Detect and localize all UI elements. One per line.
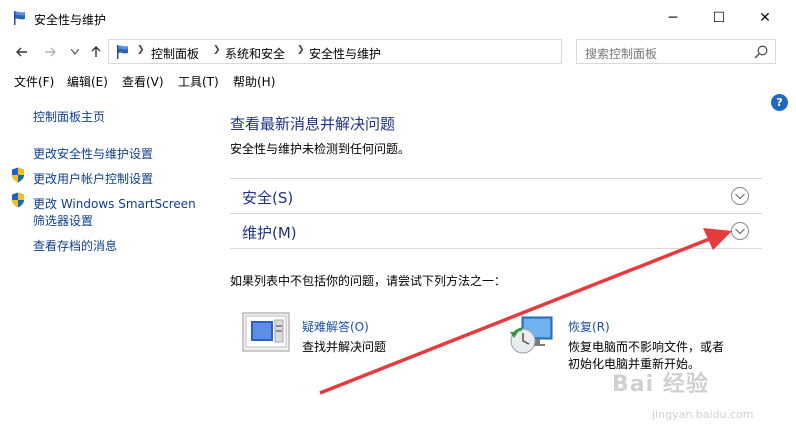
shield-icon xyxy=(12,192,24,208)
address-bar[interactable]: ❯ 控制面板 ❯ 系统和安全 ❯ 安全性与维护 xyxy=(108,39,665,64)
back-button[interactable] xyxy=(12,42,32,62)
chevron-right-icon: ❯ xyxy=(137,45,145,55)
menu-view[interactable]: 查看(V) xyxy=(122,73,164,90)
hint-text: 如果列表中不包括你的问题，请尝试下列方法之一： xyxy=(230,274,507,288)
back-arrow-icon xyxy=(16,47,27,57)
sidebar-item-smartscreen-line2[interactable]: 筛选器设置 xyxy=(33,212,93,229)
sidebar-item-security-settings[interactable]: 更改安全性与维护设置 xyxy=(33,145,153,162)
chevron-right-icon: ❯ xyxy=(213,45,221,55)
menu-bar: 文件(F) 编辑(E) 查看(V) 工具(T) 帮助(H) xyxy=(0,70,796,92)
minimize-icon: ─ xyxy=(668,10,678,26)
search-placeholder: 搜索控制面板 xyxy=(585,47,658,61)
navigation-bar: ❯ 控制面板 ❯ 系统和安全 ❯ 安全性与维护 搜索控制面板 xyxy=(0,36,796,68)
help-icon[interactable]: ? xyxy=(771,94,788,111)
menu-edit[interactable]: 编辑(E) xyxy=(67,73,108,90)
breadcrumb-control-panel[interactable]: 控制面板 xyxy=(151,45,199,62)
section-security[interactable]: 安全(S) xyxy=(230,178,762,214)
menu-help[interactable]: 帮助(H) xyxy=(233,73,275,90)
troubleshooting-desc: 查找并解决问题 xyxy=(302,340,387,354)
chevron-down-icon xyxy=(71,49,79,55)
up-arrow-icon xyxy=(91,46,101,57)
watermark-logo: Bai 经验 xyxy=(612,372,709,397)
menu-file[interactable]: 文件(F) xyxy=(14,73,54,90)
sidebar-item-smartscreen[interactable]: 更改 Windows SmartScreen xyxy=(33,195,196,212)
chevron-down-icon[interactable] xyxy=(730,221,750,241)
sidebar-item-uac[interactable]: 更改用户帐户控制设置 xyxy=(33,170,153,187)
breadcrumb-security-maintenance[interactable]: 安全性与维护 xyxy=(309,45,381,62)
close-button[interactable]: ✕ xyxy=(742,0,788,36)
sidebar-item-archived-messages[interactable]: 查看存档的消息 xyxy=(33,237,117,254)
sidebar-item-home[interactable]: 控制面板主页 xyxy=(33,108,105,125)
shield-icon xyxy=(12,167,24,183)
search-icon[interactable] xyxy=(753,44,769,60)
recovery-link[interactable]: 恢复(R) xyxy=(568,318,610,335)
section-maintenance[interactable]: 维护(M) xyxy=(230,213,762,249)
window-title: 安全性与维护 xyxy=(34,13,107,27)
breadcrumb-system-security[interactable]: 系统和安全 xyxy=(225,45,285,62)
title-bar: 安全性与维护 ─ ☐ ✕ xyxy=(0,0,796,36)
chevron-right-icon: ❯ xyxy=(297,45,305,55)
watermark-url: jingyan.baidu.com xyxy=(652,408,754,421)
troubleshooting-link[interactable]: 疑难解答(O) xyxy=(302,318,369,335)
flag-icon xyxy=(14,11,25,25)
recent-locations-button[interactable] xyxy=(68,42,82,62)
minimize-button[interactable]: ─ xyxy=(650,0,696,36)
recovery-icon xyxy=(510,316,553,354)
menu-tools[interactable]: 工具(T) xyxy=(178,73,219,90)
forward-button[interactable] xyxy=(40,42,60,62)
section-maintenance-label: 维护(M) xyxy=(242,224,297,242)
page-title: 查看最新消息并解决问题 xyxy=(230,115,396,133)
chevron-down-icon[interactable] xyxy=(730,186,750,206)
close-icon: ✕ xyxy=(759,10,771,26)
recovery-desc-line1: 恢复电脑而不影响文件，或者 xyxy=(568,340,725,354)
maximize-icon: ☐ xyxy=(712,10,726,26)
maximize-button[interactable]: ☐ xyxy=(696,0,742,36)
page-subtitle: 安全性与维护未检测到任何问题。 xyxy=(230,142,411,156)
up-button[interactable] xyxy=(86,42,106,62)
search-input[interactable]: 搜索控制面板 xyxy=(576,39,776,64)
section-security-label: 安全(S) xyxy=(242,189,294,207)
forward-arrow-icon xyxy=(45,47,56,57)
troubleshooting-icon xyxy=(242,312,290,352)
flag-icon xyxy=(117,45,128,59)
